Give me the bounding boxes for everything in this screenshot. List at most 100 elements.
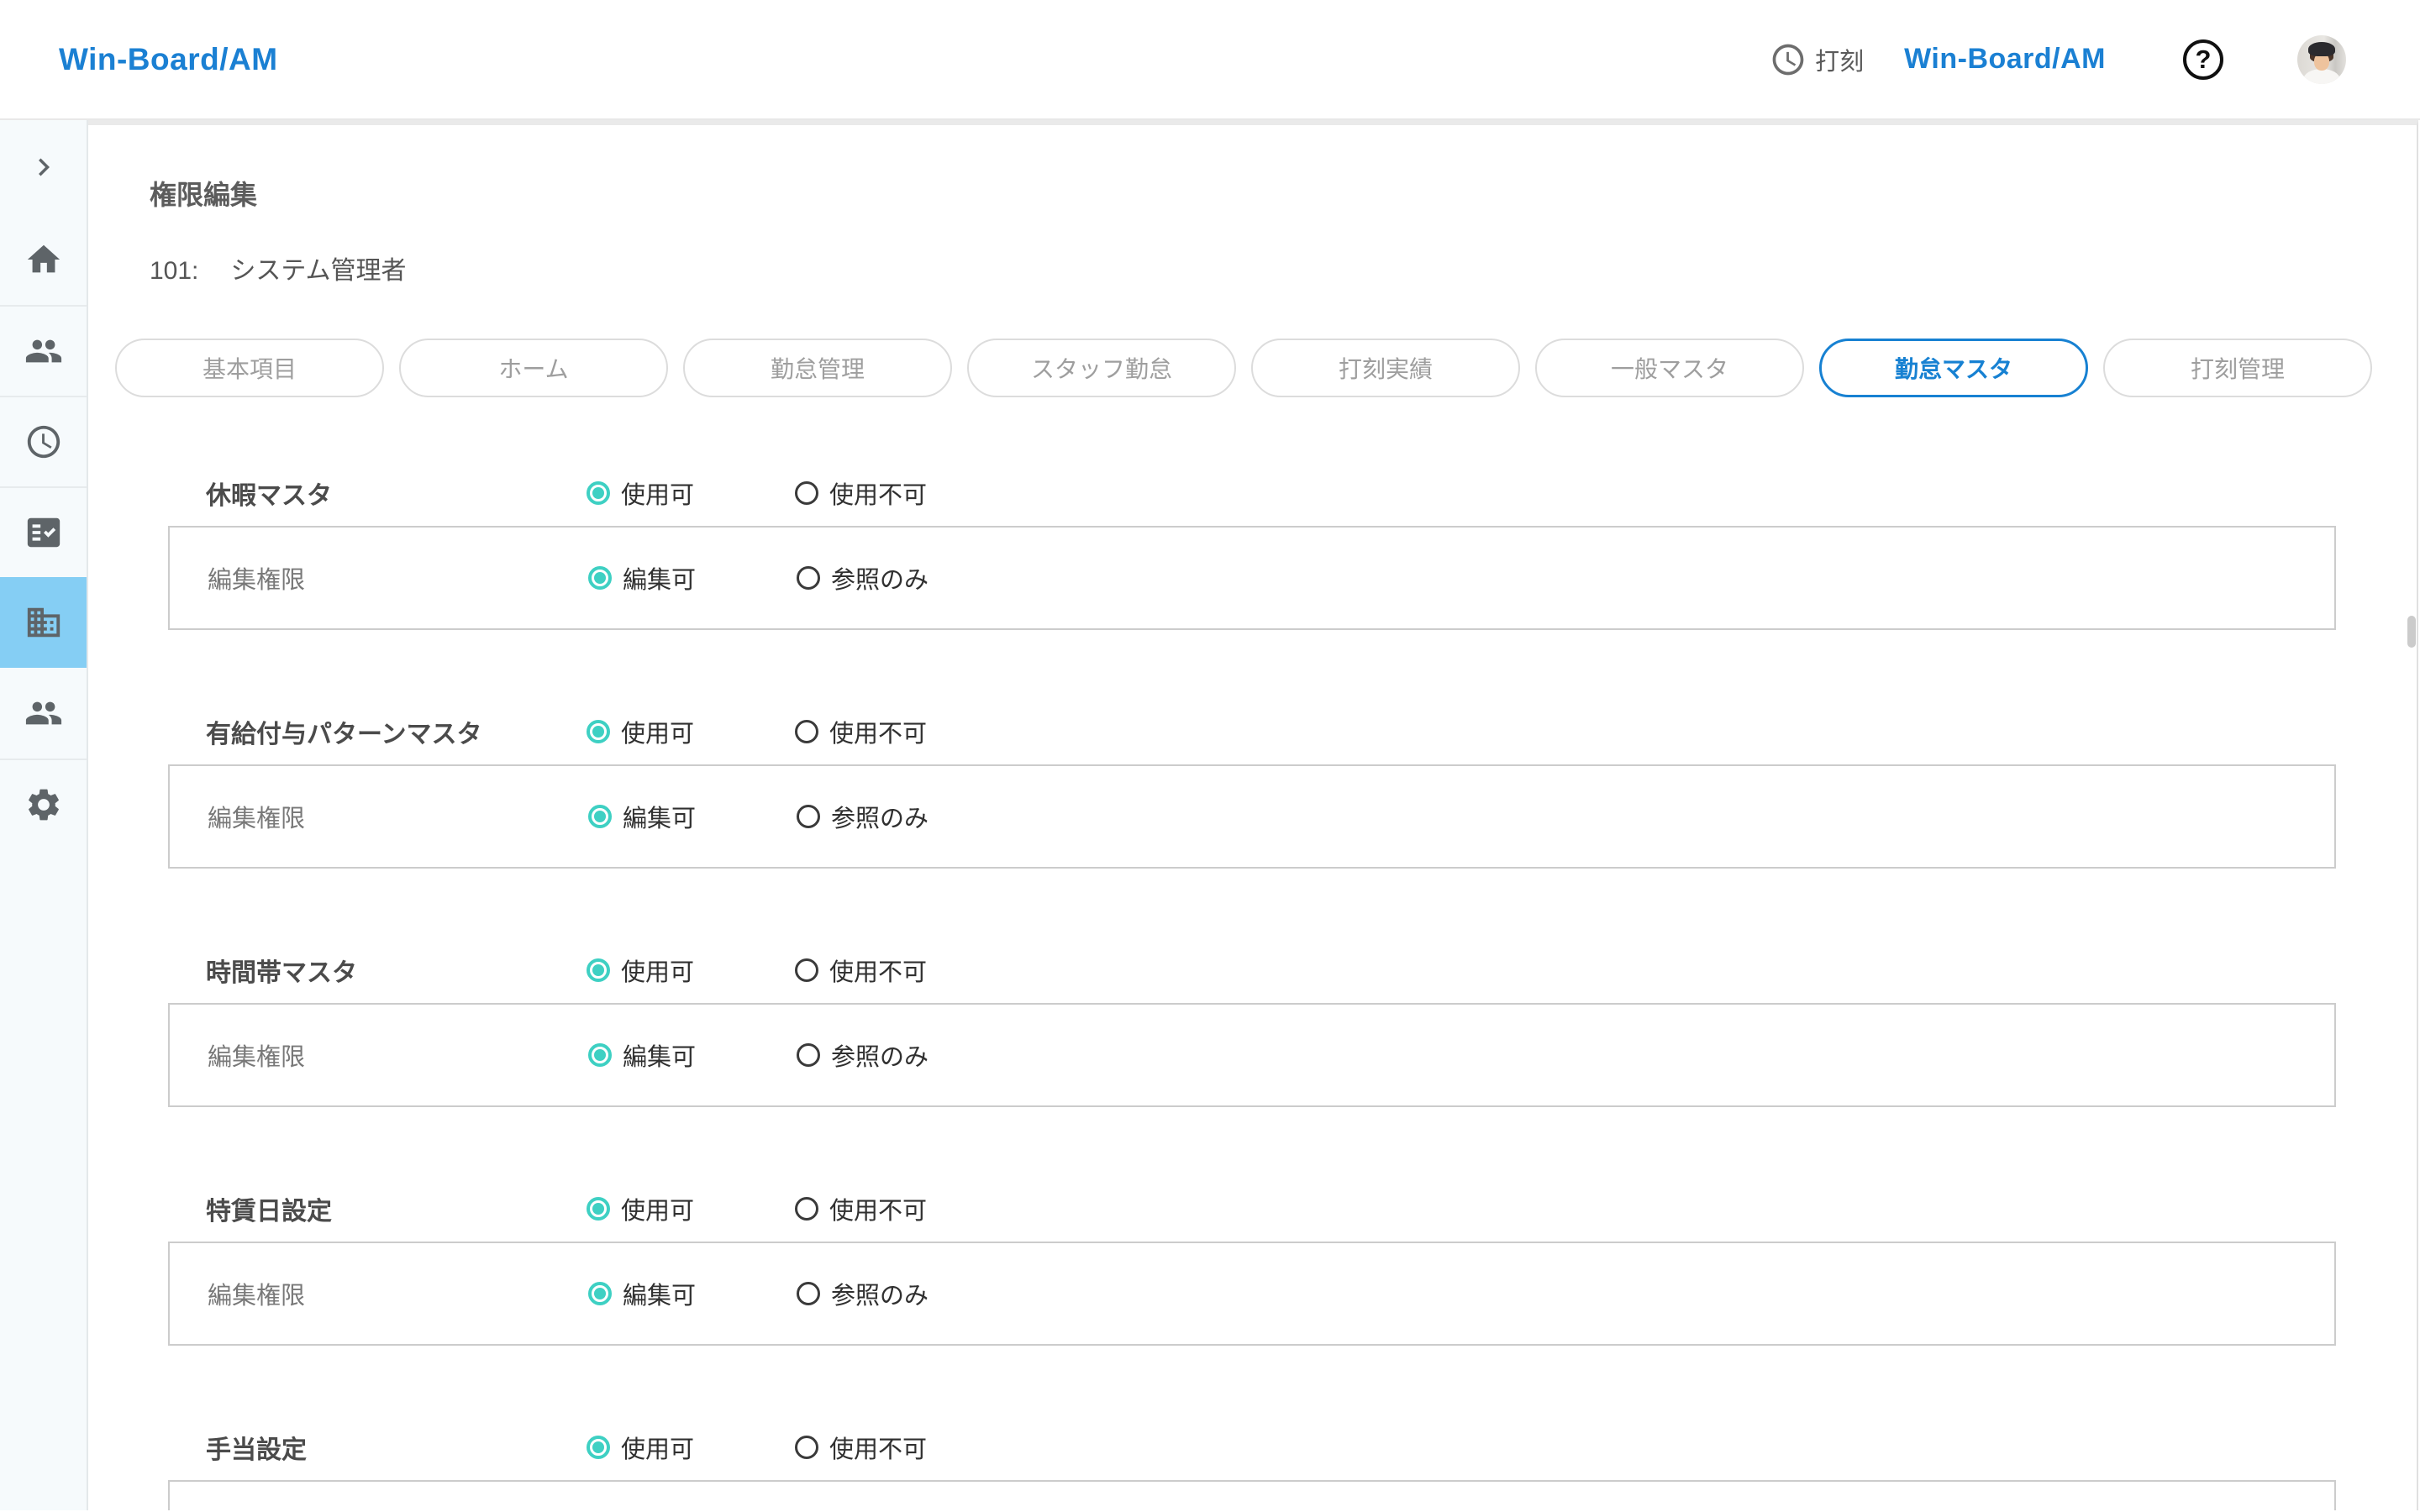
section-allowance-setting: 手当設定 使用可 使用不可 編集権限: [168, 1427, 2336, 1510]
radio-option-label: 編集可: [623, 1283, 697, 1310]
punch-clock-button[interactable]: 打刻: [1770, 41, 1864, 78]
radio-option-label: 編集可: [623, 1044, 697, 1071]
edit-permission-box: 編集権限 編集可 参照のみ: [168, 764, 2336, 869]
radio-unselected-icon: [795, 958, 818, 982]
edit-permission-label: 編集権限: [208, 1283, 306, 1310]
radio-unselected-icon: [797, 1043, 820, 1067]
sidebar-item-records[interactable]: [0, 486, 87, 577]
edit-permission-label: 編集権限: [208, 567, 306, 594]
radio-unselected-icon: [795, 720, 818, 743]
radio-option-label: 使用不可: [829, 959, 928, 986]
radio-unselected-icon: [797, 1282, 820, 1305]
clock-icon: [1772, 44, 1804, 75]
tab-attendance-master[interactable]: 勤怠マスタ: [1819, 339, 2088, 397]
radio-unselected-icon: [795, 1197, 818, 1221]
chevron-right-icon: [38, 158, 50, 176]
radio-option-label: 使用可: [621, 1436, 695, 1463]
sidebar-item-home[interactable]: [0, 214, 87, 305]
radio-option-label: 使用可: [621, 482, 695, 509]
radio-option-not-usable[interactable]: 使用不可: [795, 475, 927, 511]
tab-attendance-management[interactable]: 勤怠管理: [683, 339, 952, 397]
radio-option-label: 使用可: [621, 959, 695, 986]
radio-unselected-icon: [795, 1436, 818, 1459]
avatar[interactable]: [2297, 34, 2346, 84]
radio-option-label: 参照のみ: [831, 1283, 929, 1310]
section-leave-master: 休暇マスタ 使用可 使用不可 編集権限 編集可 参照のみ: [168, 473, 2336, 630]
radio-option-view-only[interactable]: 参照のみ: [797, 799, 929, 834]
radio-option-not-usable[interactable]: 使用不可: [795, 953, 927, 988]
radio-option-label: 使用不可: [829, 721, 928, 748]
tab-home[interactable]: ホーム: [399, 339, 668, 397]
radio-selected-icon: [588, 566, 612, 590]
radio-option-usable[interactable]: 使用可: [587, 1191, 795, 1226]
sidebar-item-staff[interactable]: [0, 305, 87, 396]
radio-unselected-icon: [797, 566, 820, 590]
radio-option-usable[interactable]: 使用可: [587, 953, 795, 988]
section-title: 手当設定: [206, 1436, 307, 1464]
tab-punch-records[interactable]: 打刻実績: [1251, 339, 1520, 397]
section-usage-row: 休暇マスタ 使用可 使用不可: [206, 473, 2336, 513]
main-area: 権限編集 101: システム管理者 基本項目 ホーム 勤怠管理 スタッフ勤怠 打刻…: [0, 120, 2420, 1510]
radio-option-label: 参照のみ: [831, 1044, 929, 1071]
fact-check-icon: [27, 517, 60, 548]
edit-permission-box: 編集権限 編集可 参照のみ: [168, 1242, 2336, 1346]
section-usage-row: 有給付与パターンマスタ 使用可 使用不可: [206, 711, 2336, 752]
sidebar-item-settings[interactable]: [0, 759, 87, 849]
content-wrapper: 権限編集 101: システム管理者 基本項目 ホーム 勤怠管理 スタッフ勤怠 打刻…: [88, 120, 2420, 1510]
people-icon: [25, 701, 61, 725]
header-actions: 打刻 Win-Board/AM ?: [1770, 34, 2346, 84]
radio-option-editable[interactable]: 編集可: [588, 1276, 797, 1311]
radio-option-editable[interactable]: 編集可: [588, 560, 797, 596]
sidebar-collapse-button[interactable]: [0, 120, 87, 214]
permission-sections: 休暇マスタ 使用可 使用不可 編集権限 編集可 参照のみ 有給付与パターンマスタ…: [168, 473, 2336, 1510]
sidebar-item-company-master[interactable]: [0, 577, 87, 668]
home-icon: [27, 244, 60, 273]
radio-option-label: 使用不可: [829, 482, 928, 509]
tab-staff-attendance[interactable]: スタッフ勤怠: [967, 339, 1236, 397]
edit-permission-box: 編集権限 編集可 参照のみ: [168, 526, 2336, 630]
radio-selected-icon: [588, 1282, 612, 1305]
section-special-wage-day: 特賃日設定 使用可 使用不可 編集権限 編集可 参照のみ: [168, 1189, 2336, 1346]
radio-option-usable[interactable]: 使用可: [587, 714, 795, 749]
radio-option-label: 使用不可: [829, 1436, 928, 1463]
sidebar-item-users[interactable]: [0, 668, 87, 759]
scrollbar-thumb[interactable]: [2407, 616, 2416, 648]
radio-option-label: 使用可: [621, 721, 695, 748]
brand-title[interactable]: Win-Board/AM: [1904, 43, 2106, 76]
clock-icon: [27, 425, 60, 459]
radio-option-editable[interactable]: 編集可: [588, 799, 797, 834]
tab-bar: 基本項目 ホーム 勤怠管理 スタッフ勤怠 打刻実績 一般マスタ 勤怠マスタ 打刻…: [115, 339, 2417, 397]
radio-option-usable[interactable]: 使用可: [587, 1430, 795, 1465]
help-icon[interactable]: ?: [2183, 39, 2223, 80]
section-title: 休暇マスタ: [206, 482, 332, 510]
radio-option-editable[interactable]: 編集可: [588, 1037, 797, 1073]
radio-option-label: 編集可: [623, 567, 697, 594]
punch-label: 打刻: [1815, 48, 1865, 76]
radio-option-label: 使用可: [621, 1198, 695, 1225]
radio-selected-icon: [588, 1043, 612, 1067]
radio-option-not-usable[interactable]: 使用不可: [795, 1430, 927, 1465]
radio-selected-icon: [587, 1197, 610, 1221]
radio-option-not-usable[interactable]: 使用不可: [795, 1191, 927, 1226]
section-title: 特賃日設定: [206, 1198, 332, 1226]
radio-option-view-only[interactable]: 参照のみ: [797, 1276, 929, 1311]
page-title: 権限編集: [150, 180, 258, 210]
sidebar-item-attendance[interactable]: [0, 396, 87, 486]
radio-selected-icon: [587, 958, 610, 982]
edit-permission-box: 編集権限 編集可 参照のみ: [168, 1480, 2336, 1510]
app-logo[interactable]: Win-Board/AM: [59, 42, 278, 77]
radio-option-usable[interactable]: 使用可: [587, 475, 795, 511]
radio-selected-icon: [587, 720, 610, 743]
tab-basic-items[interactable]: 基本項目: [115, 339, 384, 397]
section-usage-row: 手当設定 使用可 使用不可: [206, 1427, 2336, 1467]
tab-punch-management[interactable]: 打刻管理: [2103, 339, 2372, 397]
radio-unselected-icon: [797, 805, 820, 828]
avatar-shirt: [2303, 68, 2340, 84]
radio-option-not-usable[interactable]: 使用不可: [795, 714, 927, 749]
section-usage-row: 特賃日設定 使用可 使用不可: [206, 1189, 2336, 1229]
radio-unselected-icon: [795, 481, 818, 505]
radio-option-view-only[interactable]: 参照のみ: [797, 560, 929, 596]
radio-option-view-only[interactable]: 参照のみ: [797, 1037, 929, 1073]
tab-general-master[interactable]: 一般マスタ: [1535, 339, 1804, 397]
section-title: 時間帯マスタ: [206, 959, 357, 987]
